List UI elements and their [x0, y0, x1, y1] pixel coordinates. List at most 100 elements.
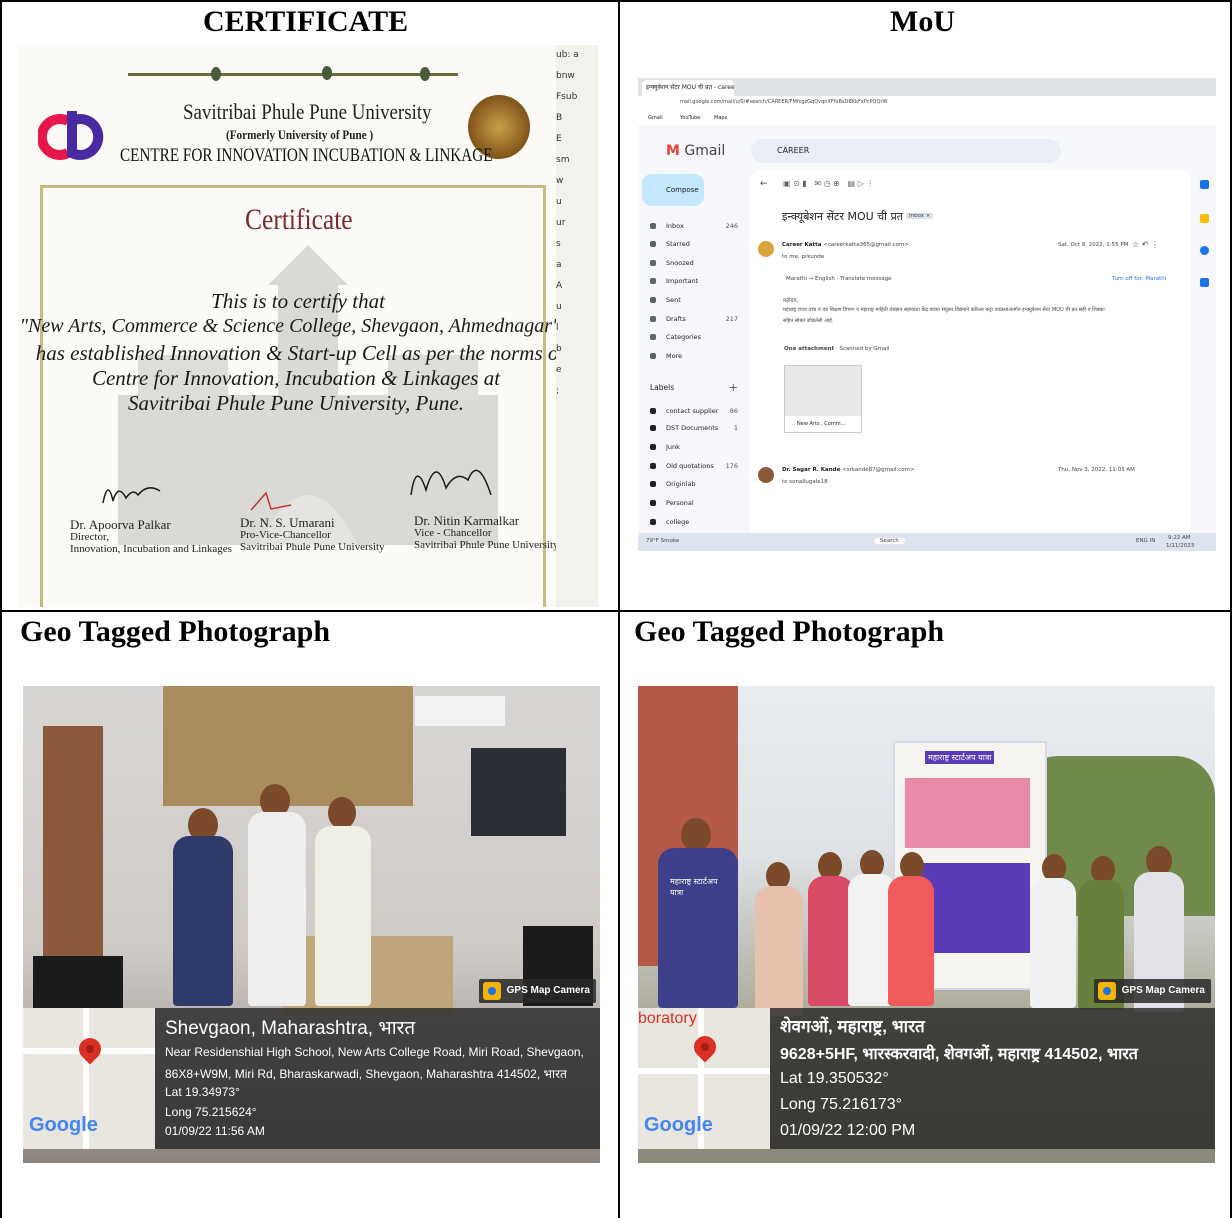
label-item[interactable]: contact supplier 86 — [638, 405, 748, 417]
label-item[interactable]: college — [638, 516, 748, 528]
turn-off-translate[interactable]: Turn off for: Marathi — [1112, 276, 1166, 282]
centre-name: CENTRE FOR INNOVATION INCUBATION & LINKA… — [120, 145, 493, 166]
tv-screen — [471, 748, 566, 836]
nav-snoozed[interactable]: Snoozed — [638, 257, 748, 269]
toolbar-icons[interactable]: ▣ ⊙ ▮ ✉ ◷ ⊕ ▤ ▷ ⋮ — [783, 179, 874, 188]
ornament-dot — [322, 66, 332, 80]
certificate-body-line: Savitribai Phule Pune University, Pune. — [128, 391, 464, 415]
geo-city: शेवगओं, महाराष्ट्र, भारत — [780, 1017, 925, 1036]
recipients[interactable]: to sonallugale18 — [782, 479, 828, 485]
gps-map-camera-badge: GPS Map Camera — [1093, 979, 1211, 1003]
chevron-down-icon — [650, 353, 656, 359]
certificate-body-line: "New Arts, Commerce & Science College, S… — [19, 315, 561, 337]
label-item[interactable]: DST Documents 1 — [638, 422, 748, 434]
label-item[interactable]: Personal — [638, 497, 748, 509]
gps-camera-icon — [1097, 982, 1116, 1000]
bookmark-youtube[interactable]: YouTube — [680, 115, 700, 121]
gmail-logo[interactable]: M Gmail — [666, 143, 725, 159]
taskbar-search[interactable]: Search — [874, 538, 905, 544]
certificate-image: Savitribai Phule Pune University (Former… — [18, 45, 598, 607]
signature-umarani — [250, 491, 292, 511]
person — [658, 848, 738, 1008]
tasks-icon[interactable] — [1200, 246, 1209, 255]
label-item[interactable]: Junk — [638, 441, 748, 453]
person — [1030, 878, 1076, 1008]
keep-icon[interactable] — [1200, 214, 1209, 223]
gps-camera-icon — [482, 982, 501, 1000]
top-ornament-bar — [128, 73, 458, 76]
person — [888, 876, 934, 1006]
label-icon — [650, 408, 656, 414]
message-text: महाराष्ट्र राज्य उच्च व तंत्र शिक्षण विभ… — [783, 307, 1105, 313]
back-arrow-icon[interactable]: ← — [760, 179, 768, 189]
map-pin-icon — [689, 1031, 721, 1063]
language-indicator[interactable]: ENG IN — [1136, 538, 1155, 544]
wall-cabinet — [163, 686, 413, 806]
person — [248, 812, 306, 1006]
sender-name[interactable]: Dr. Sagar R. Kande <srkande87@gmail.com> — [782, 467, 915, 473]
geo-photo-office: GPS Map Camera Google Shevgaon, Maharash… — [23, 686, 600, 1163]
inbox-icon — [650, 223, 656, 229]
inbox-chip[interactable]: Inbox × — [906, 213, 934, 219]
label-icon — [650, 444, 656, 450]
search-input[interactable]: CAREER — [751, 139, 1061, 163]
geo2-cell-title: Geo Tagged Photograph — [634, 615, 945, 648]
signatory-karmalkar: Dr. Nitin Karmalkar Vice - Chancellor Sa… — [414, 513, 559, 551]
signatory-umarani: Dr. N. S. Umarani Pro-Vice-Chancellor Sa… — [240, 515, 385, 553]
banner-illustration — [905, 778, 1030, 848]
geo-longitude: Long 75.215624° — [165, 1105, 257, 1119]
recipients[interactable]: to me, prkunde — [782, 254, 824, 260]
avatar — [758, 241, 774, 257]
sender-name[interactable]: Career Katta <careerkatta365@gmail.com> — [782, 242, 909, 248]
geo-longitude: Long 75.216173° — [780, 1096, 903, 1113]
ac-unit — [415, 696, 505, 726]
nav-starred[interactable]: Starred — [638, 238, 748, 250]
geo-address: 9628+5HF, भारस्करवादी, शेवगओं, महाराष्ट्… — [780, 1046, 1138, 1063]
nav-important[interactable]: Important — [638, 275, 748, 287]
signature-palkar — [102, 487, 161, 504]
nav-sent[interactable]: Sent — [638, 294, 748, 306]
geo1-cell-title: Geo Tagged Photograph — [20, 615, 331, 648]
person — [173, 836, 233, 1006]
certificate-heading: Certificate — [245, 203, 353, 236]
label-item[interactable]: Old quotations 176 — [638, 460, 748, 472]
bookmarks-bar: Gmail YouTube Maps — [638, 112, 1216, 125]
email-subject: इन्क्यूबेशन सेंटर MOU ची प्रत — [782, 210, 904, 223]
nav-more[interactable]: More — [638, 350, 748, 362]
certificate-body-line: This is to certify that — [211, 289, 385, 313]
address-bar[interactable]: mail.google.com/mail/u/0/#search/CAREER/… — [638, 96, 1216, 112]
university-formerly: (Formerly University of Pune ) — [226, 127, 374, 142]
calendar-icon[interactable] — [1200, 180, 1209, 189]
clock-time[interactable]: 9:22 AM — [1168, 535, 1191, 541]
map-label: boratory — [638, 1010, 697, 1027]
bookmark-gmail[interactable]: Gmail — [648, 115, 663, 121]
contacts-icon[interactable] — [1200, 278, 1209, 287]
weather-widget[interactable]: 79°F Smoke — [646, 538, 679, 544]
nav-categories[interactable]: Categories — [638, 331, 748, 343]
certificate-body-line: Centre for Innovation, Incubation & Link… — [91, 366, 501, 390]
avatar — [758, 467, 774, 483]
label-icon — [650, 500, 656, 506]
table-border-middle — [618, 0, 620, 1218]
message-actions[interactable]: ☆ ↶ ⋮ — [1132, 240, 1159, 249]
person-head — [681, 818, 711, 852]
translate-bar[interactable]: Marathi → English · Translate message — [786, 276, 892, 282]
bookmark-maps[interactable]: Maps — [714, 115, 727, 121]
attachment-thumbnail[interactable]: New Arts , Comm... — [784, 365, 862, 433]
compose-button[interactable]: Compose — [642, 174, 704, 206]
map-thumbnail: boratory Google — [638, 1008, 770, 1149]
nav-inbox[interactable]: Inbox 246 — [638, 220, 748, 232]
google-logo: Google — [644, 1114, 713, 1136]
add-label-icon[interactable]: + — [729, 382, 738, 394]
nav-drafts[interactable]: Drafts 217 — [638, 313, 748, 325]
gmail-m-icon: M — [666, 143, 680, 159]
message-greeting: महोदय, — [783, 298, 799, 304]
clock-date[interactable]: 1/11/2023 — [1166, 543, 1194, 549]
label-item[interactable]: Originlab — [638, 478, 748, 490]
message-text: सहित सोबत जोडलेली आहे. — [783, 318, 834, 324]
geo-datetime: 01/09/22 12:00 PM — [780, 1122, 916, 1139]
attachment-heading: One attachment · Scanned by Gmail — [784, 346, 890, 352]
label-icon — [650, 481, 656, 487]
browser-tab[interactable]: इन्क्युबेशन सेंटर MOU ची प्रत - career — [642, 80, 734, 96]
signatory-palkar: Dr. Apoorva Palkar Director, Innovation,… — [70, 517, 232, 555]
